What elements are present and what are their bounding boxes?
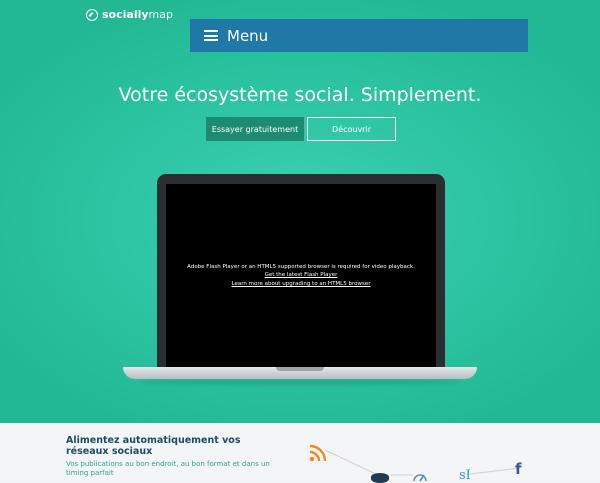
- flash-player-link[interactable]: Get the latest Flash Player: [265, 271, 338, 280]
- connection-lines: [324, 449, 521, 476]
- database-icon: [371, 473, 389, 483]
- logo-text-bold: socially: [102, 8, 149, 21]
- gauge-icon: [413, 474, 427, 482]
- feature-title: Alimentez automatiquement vos réseaux so…: [66, 435, 241, 457]
- logo[interactable]: sociallymap: [86, 8, 173, 21]
- try-free-button[interactable]: Essayer gratuitement: [206, 117, 304, 141]
- discover-button[interactable]: Découvrir: [307, 117, 396, 141]
- logo-text-light: map: [148, 8, 173, 21]
- social-icon: sI: [459, 468, 471, 483]
- compass-icon: [86, 8, 98, 21]
- video-player[interactable]: Adobe Flash Player or an HTML5 supported…: [166, 184, 436, 367]
- laptop-notch: [276, 367, 324, 371]
- rss-icon: [309, 444, 327, 462]
- video-fallback-message: Adobe Flash Player or an HTML5 supported…: [187, 263, 415, 270]
- menu-label: Menu: [227, 26, 269, 45]
- facebook-icon: f: [515, 460, 522, 478]
- laptop-shadow: [140, 379, 460, 385]
- html5-browser-link[interactable]: Learn more about upgrading to an HTML5 b…: [231, 280, 370, 289]
- feature-subtitle: Vos publications au bon endroit, au bon …: [66, 460, 270, 477]
- hamburger-icon: [204, 30, 218, 41]
- menu-button[interactable]: Menu: [190, 19, 528, 52]
- hero-headline: Votre écosystème social. Simplement.: [118, 84, 482, 106]
